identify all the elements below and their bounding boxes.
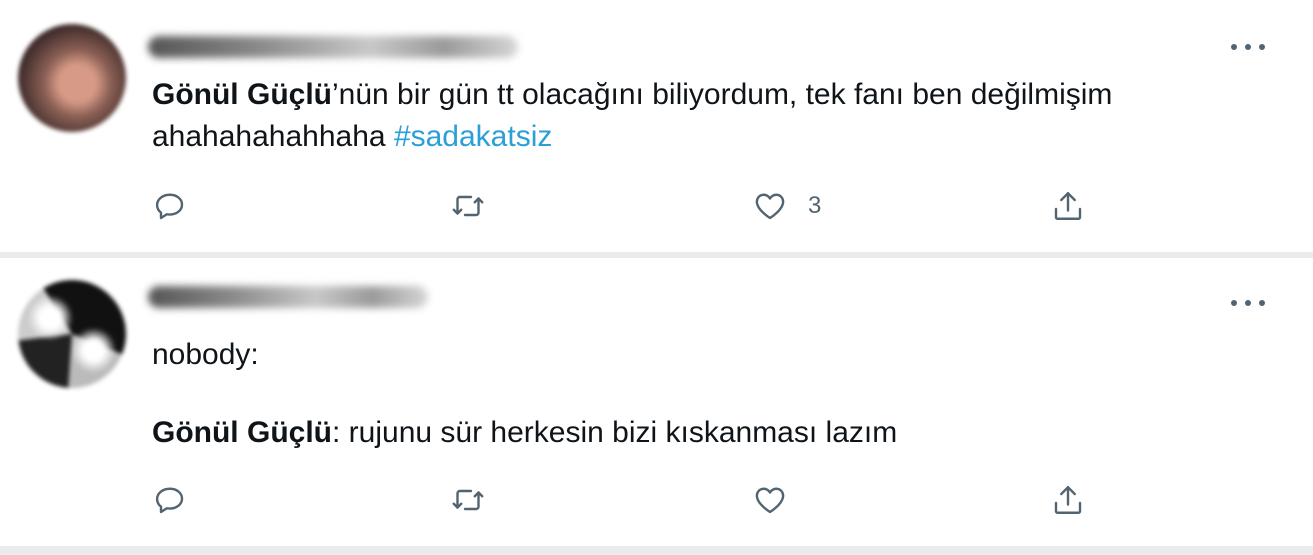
like-button[interactable]: 3 (752, 186, 821, 226)
tweet-text: ’nün bir gün tt olacağını biliyordum, te… (332, 78, 1113, 111)
blurred-username[interactable] (148, 286, 428, 308)
mention-name: Gönül Güçlü (152, 416, 332, 449)
reply-button[interactable] (152, 480, 188, 520)
tweet-text-line: ahahahahahhaha #sadakatsiz (152, 116, 552, 158)
mention-name: Gönül Güçlü (152, 78, 332, 111)
tweet[interactable]: nobody: Gönül Güçlü: rujunu sür herkesin… (0, 258, 1313, 546)
tweet-text-line: nobody: (152, 334, 259, 376)
like-button[interactable] (752, 480, 788, 520)
blurred-username[interactable] (148, 36, 518, 58)
more-options-icon[interactable] (1231, 42, 1265, 52)
avatar[interactable] (18, 280, 126, 388)
tweet-actions: 3 (0, 186, 1313, 226)
tweet[interactable]: Gönül Güçlü’nün bir gün tt olacağını bil… (0, 0, 1313, 252)
reply-icon (155, 193, 184, 220)
retweet-icon (452, 489, 484, 511)
retweet-button[interactable] (450, 186, 486, 226)
heart-icon (755, 193, 785, 220)
reply-button[interactable] (152, 186, 188, 226)
heart-icon (755, 487, 785, 514)
tweet-text: ahahahahahhaha (152, 120, 386, 153)
tweet-text: : rujunu sür herkesin bizi kıskanması la… (332, 416, 898, 449)
tweet-actions (0, 480, 1313, 520)
tweet-text-line: Gönül Güçlü: rujunu sür herkesin bizi kı… (152, 412, 897, 454)
like-count: 3 (808, 192, 822, 219)
share-icon (1054, 192, 1082, 220)
hashtag-link[interactable]: #sadakatsiz (394, 120, 552, 153)
retweet-button[interactable] (450, 480, 486, 520)
tweet-text: nobody: (152, 338, 259, 371)
tweet-text-line: Gönül Güçlü’nün bir gün tt olacağını bil… (152, 74, 1112, 116)
tweet-feed: Gönül Güçlü’nün bir gün tt olacağını bil… (0, 0, 1313, 555)
share-button[interactable] (1050, 186, 1086, 226)
share-icon (1054, 486, 1082, 514)
reply-icon (155, 487, 184, 514)
more-options-icon[interactable] (1231, 298, 1265, 308)
retweet-icon (452, 195, 484, 217)
share-button[interactable] (1050, 480, 1086, 520)
avatar[interactable] (18, 24, 126, 132)
